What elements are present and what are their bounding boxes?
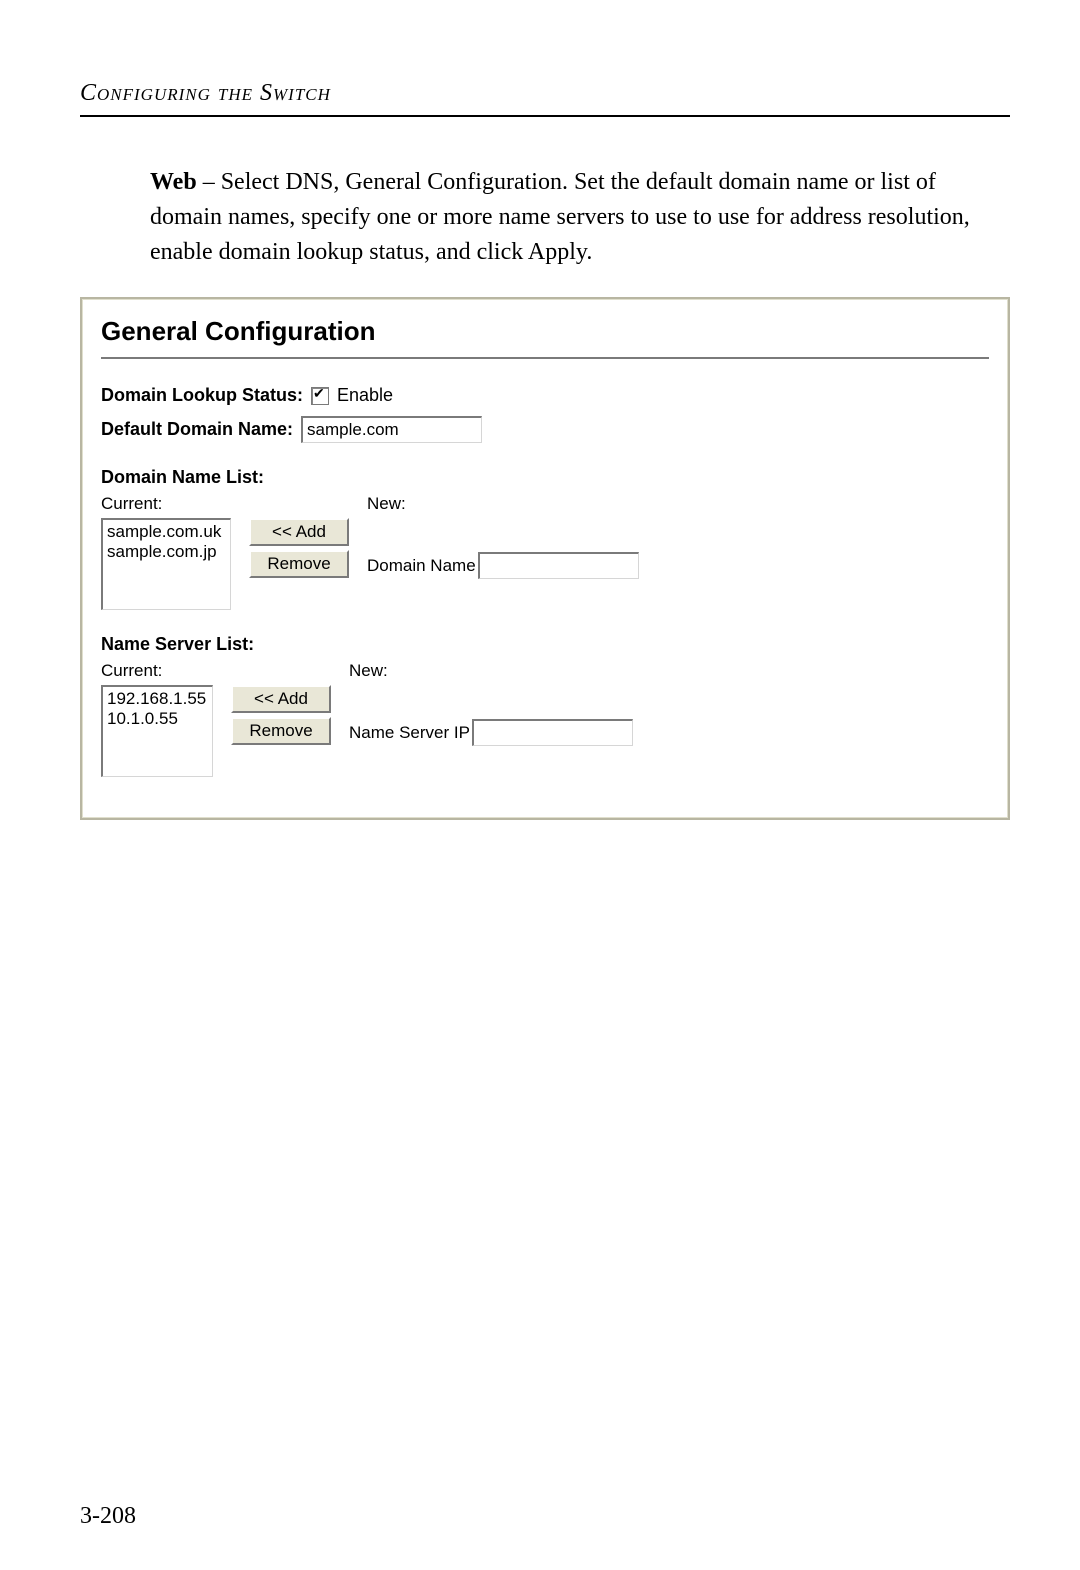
domain-list-new-col: New: Domain Name bbox=[367, 494, 639, 579]
ns-add-button[interactable]: << Add bbox=[231, 685, 331, 713]
list-item[interactable]: sample.com.jp bbox=[107, 542, 226, 562]
default-domain-row: Default Domain Name: bbox=[101, 416, 989, 443]
default-domain-label: Default Domain Name: bbox=[101, 419, 293, 440]
ns-list-new-label: New: bbox=[349, 661, 633, 681]
domain-list-new-row: Domain Name bbox=[367, 552, 639, 579]
list-item[interactable]: 10.1.0.55 bbox=[107, 709, 208, 729]
list-item[interactable]: sample.com.uk bbox=[107, 522, 226, 542]
ns-list-columns: Current: 192.168.1.55 10.1.0.55 << Add R… bbox=[101, 661, 989, 777]
domain-list-section-label: Domain Name List: bbox=[101, 467, 989, 488]
ns-ip-input[interactable] bbox=[472, 719, 633, 746]
domain-list-new-label: New: bbox=[367, 494, 639, 514]
instructions-body: – Select DNS, General Configuration. Set… bbox=[150, 169, 970, 265]
config-panel: General Configuration Domain Lookup Stat… bbox=[80, 297, 1010, 820]
domain-list-current-col: Current: sample.com.uk sample.com.jp bbox=[101, 494, 231, 610]
ns-list-button-col: << Add Remove bbox=[231, 685, 331, 745]
domain-name-input[interactable] bbox=[478, 552, 639, 579]
ns-remove-button[interactable]: Remove bbox=[231, 717, 331, 745]
panel-title: General Configuration bbox=[101, 316, 989, 347]
list-item[interactable]: 192.168.1.55 bbox=[107, 689, 208, 709]
domain-lookup-row: Domain Lookup Status: Enable bbox=[101, 385, 989, 406]
ns-list-current-label: Current: bbox=[101, 661, 213, 681]
ns-list-current-col: Current: 192.168.1.55 10.1.0.55 bbox=[101, 661, 213, 777]
domain-list-button-col: << Add Remove bbox=[249, 518, 349, 578]
ns-list-new-row: Name Server IP bbox=[349, 719, 633, 746]
panel-title-rule bbox=[101, 357, 989, 359]
header-rule bbox=[80, 115, 1010, 117]
domain-add-button[interactable]: << Add bbox=[249, 518, 349, 546]
domain-lookup-enable-label: Enable bbox=[337, 385, 393, 406]
config-panel-inner: General Configuration Domain Lookup Stat… bbox=[82, 299, 1008, 818]
domain-lookup-label: Domain Lookup Status: bbox=[101, 385, 303, 406]
domain-list-listbox[interactable]: sample.com.uk sample.com.jp bbox=[101, 518, 231, 610]
ns-ip-input-label: Name Server IP bbox=[349, 723, 470, 743]
domain-list-current-label: Current: bbox=[101, 494, 231, 514]
instructions-lead: Web bbox=[150, 169, 197, 195]
domain-lookup-checkbox[interactable] bbox=[311, 387, 329, 405]
domain-list-columns: Current: sample.com.uk sample.com.jp << … bbox=[101, 494, 989, 610]
instructions-paragraph: Web – Select DNS, General Configuration.… bbox=[150, 165, 1000, 269]
ns-list-section-label: Name Server List: bbox=[101, 634, 989, 655]
page-header-title: Configuring the Switch bbox=[80, 80, 1010, 107]
domain-remove-button[interactable]: Remove bbox=[249, 550, 349, 578]
page-number: 3-208 bbox=[80, 1503, 136, 1530]
ns-list-listbox[interactable]: 192.168.1.55 10.1.0.55 bbox=[101, 685, 213, 777]
domain-name-input-label: Domain Name bbox=[367, 556, 476, 576]
ns-list-new-col: New: Name Server IP bbox=[349, 661, 633, 746]
default-domain-input[interactable] bbox=[301, 416, 482, 443]
